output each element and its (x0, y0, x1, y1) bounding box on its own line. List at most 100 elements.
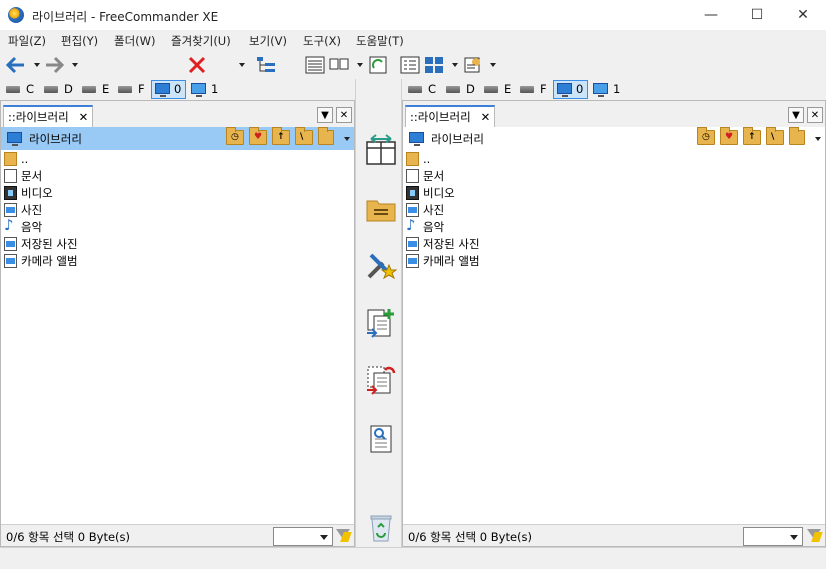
right-tab-library[interactable]: ::라이브러리 ✕ (405, 105, 496, 127)
tab-close-icon[interactable]: ✕ (481, 110, 491, 124)
tree-view-icon[interactable] (256, 55, 276, 75)
drive-label: D (466, 82, 475, 96)
list-item[interactable]: 카메라 앨범 (403, 253, 825, 270)
drive-0-button[interactable]: 0 (151, 80, 186, 99)
menu-view[interactable]: 보기(V) (249, 33, 287, 49)
picture-icon (406, 203, 419, 217)
delete-icon[interactable] (187, 55, 207, 75)
hard-drive-icon (408, 86, 422, 93)
folder-compare-icon[interactable] (365, 193, 397, 225)
drive-d-button[interactable]: D (446, 82, 480, 97)
list-item[interactable]: 비디오 (1, 185, 354, 202)
settings-icon[interactable] (463, 55, 483, 75)
forward-arrow-icon[interactable] (44, 55, 64, 75)
panel-close-icon[interactable]: ✕ (336, 107, 352, 123)
parent-folder-icon[interactable]: ↑ (272, 127, 290, 145)
list-item[interactable]: 저장된 사진 (1, 236, 354, 253)
list-item[interactable]: 문서 (403, 168, 825, 185)
list-item[interactable]: 음악 (1, 217, 354, 236)
settings-dropdown-icon[interactable] (490, 63, 496, 67)
layout-grid-icon[interactable] (424, 55, 444, 75)
thumbnail-view-icon[interactable] (329, 55, 349, 75)
menu-file[interactable]: 파일(Z) (8, 33, 46, 49)
folder-up-icon (4, 152, 17, 166)
forward-dropdown-icon[interactable] (72, 63, 78, 67)
left-path-bar[interactable]: 라이브러리 ◷ ♥ ↑ \ (1, 127, 354, 150)
filter-icon[interactable] (806, 528, 822, 544)
favorite-folder-icon[interactable]: ♥ (720, 127, 738, 145)
tab-close-icon[interactable]: ✕ (79, 110, 89, 124)
tools-icon[interactable] (365, 249, 397, 281)
drive-1-button[interactable]: 1 (191, 82, 221, 97)
panel-close-icon[interactable]: ✕ (807, 107, 823, 123)
view-dropdown-icon[interactable] (357, 63, 363, 67)
picture-icon (4, 237, 17, 251)
right-tab-strip: ::라이브러리 ✕ ▼ ✕ (403, 101, 825, 127)
maximize-button[interactable]: ☐ (734, 0, 780, 30)
layout-dropdown-icon[interactable] (452, 63, 458, 67)
back-dropdown-icon[interactable] (34, 63, 40, 67)
close-button[interactable]: ✕ (780, 0, 826, 30)
menu-folder[interactable]: 폴더(W) (114, 33, 156, 49)
list-view-icon[interactable] (305, 55, 325, 75)
menu-favorites[interactable]: 즐겨찾기(U) (171, 33, 231, 49)
left-filter-combo[interactable] (273, 527, 333, 546)
file-viewer-icon[interactable] (365, 423, 397, 455)
drive-0-button[interactable]: 0 (553, 80, 588, 99)
history-folder-icon[interactable]: ◷ (697, 127, 715, 145)
drive-f-button[interactable]: F (520, 82, 554, 97)
list-item[interactable]: 저장된 사진 (403, 236, 825, 253)
tab-list-dropdown-icon[interactable]: ▼ (317, 107, 333, 123)
path-dropdown-icon[interactable] (344, 137, 350, 141)
list-item[interactable]: .. (403, 151, 825, 168)
left-file-list[interactable]: .. 문서 비디오 사진 음악 저장된 사진 카메라 앨범 (1, 151, 354, 270)
parent-folder-icon[interactable]: ↑ (743, 127, 761, 145)
right-filter-combo[interactable] (743, 527, 803, 546)
root-folder-icon[interactable]: \ (295, 127, 313, 145)
copy-path-icon[interactable] (318, 127, 334, 145)
desktop-icon (557, 83, 572, 97)
path-dropdown-icon[interactable] (815, 137, 821, 141)
left-tab-strip: ::라이브러리 ✕ ▼ ✕ (1, 101, 354, 127)
list-item[interactable]: 비디오 (403, 185, 825, 202)
move-to-other-panel-icon[interactable] (365, 364, 397, 396)
file-name: .. (423, 152, 431, 166)
rename-dropdown-icon[interactable] (239, 63, 245, 67)
root-folder-icon[interactable]: \ (766, 127, 784, 145)
favorite-folder-icon[interactable]: ♥ (249, 127, 267, 145)
copy-path-icon[interactable] (789, 127, 805, 145)
drive-e-button[interactable]: E (82, 82, 116, 97)
drive-e-button[interactable]: E (484, 82, 518, 97)
filter-icon[interactable] (335, 528, 351, 544)
back-arrow-icon[interactable] (6, 55, 26, 75)
list-item[interactable]: 음악 (403, 217, 825, 236)
menu-edit[interactable]: 편집(Y) (61, 33, 98, 49)
left-tab-library[interactable]: ::라이브러리 ✕ (3, 105, 94, 127)
drive-c-button[interactable]: C (6, 82, 40, 97)
checklist-icon[interactable] (400, 55, 420, 75)
drive-label: 0 (174, 82, 182, 96)
right-path-bar[interactable]: 라이브러리 ◷ ♥ ↑ \ (403, 127, 825, 150)
menu-help[interactable]: 도움말(T) (356, 33, 404, 49)
minimize-button[interactable]: — (688, 0, 734, 30)
left-path-text: 라이브러리 (29, 132, 82, 146)
sync-icon[interactable] (368, 55, 388, 75)
list-item[interactable]: .. (1, 151, 354, 168)
file-name: 저장된 사진 (423, 237, 480, 251)
list-item[interactable]: 사진 (1, 202, 354, 219)
swap-panels-icon[interactable] (365, 134, 397, 166)
drive-1-button[interactable]: 1 (593, 82, 623, 97)
drive-d-button[interactable]: D (44, 82, 78, 97)
menu-tools[interactable]: 도구(X) (303, 33, 341, 49)
right-file-list[interactable]: .. 문서 비디오 사진 음악 저장된 사진 카메라 앨범 (403, 151, 825, 270)
list-item[interactable]: 사진 (403, 202, 825, 219)
drive-f-button[interactable]: F (118, 82, 152, 97)
drive-c-button[interactable]: C (408, 82, 442, 97)
recycle-bin-icon[interactable] (365, 511, 397, 543)
tab-list-dropdown-icon[interactable]: ▼ (788, 107, 804, 123)
copy-to-other-panel-icon[interactable] (365, 307, 397, 339)
list-item[interactable]: 카메라 앨범 (1, 253, 354, 270)
history-folder-icon[interactable]: ◷ (226, 127, 244, 145)
hard-drive-icon (446, 86, 460, 93)
list-item[interactable]: 문서 (1, 168, 354, 185)
